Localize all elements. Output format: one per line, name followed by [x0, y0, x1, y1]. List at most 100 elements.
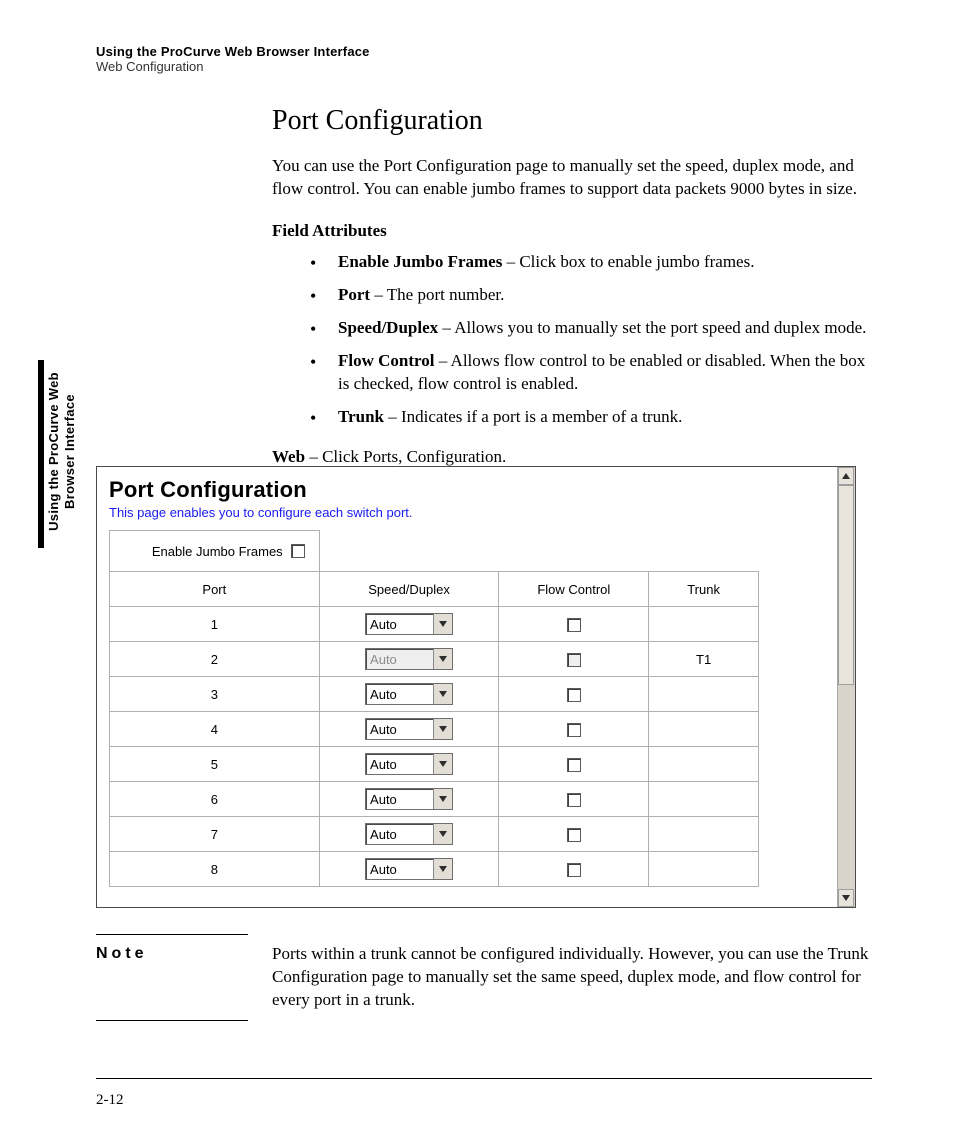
cell-trunk [649, 747, 759, 782]
page-number: 2-12 [96, 1092, 124, 1109]
note-text: Ports within a trunk cannot be configure… [272, 943, 872, 1012]
field-attributes-list: Enable Jumbo Frames – Click box to enabl… [272, 251, 872, 429]
flow-control-checkbox[interactable] [567, 688, 581, 702]
chevron-down-icon [433, 719, 452, 739]
chevron-down-icon [433, 754, 452, 774]
chevron-down-icon [433, 684, 452, 704]
chevron-down-icon [433, 859, 452, 879]
flow-control-checkbox[interactable] [567, 618, 581, 632]
table-row: 5 Auto [110, 747, 759, 782]
cell-port: 8 [110, 852, 320, 887]
col-trunk: Trunk [649, 572, 759, 607]
col-port: Port [110, 572, 320, 607]
cell-speed: Auto [319, 852, 499, 887]
note-rule-bot [96, 1020, 248, 1021]
speed-duplex-value: Auto [366, 614, 433, 634]
running-header: Using the ProCurve Web Browser Interface… [96, 44, 370, 74]
chevron-down-icon [433, 824, 452, 844]
speed-duplex-select[interactable]: Auto [365, 753, 453, 775]
scroll-up-button[interactable] [838, 467, 854, 485]
flow-control-checkbox[interactable] [567, 723, 581, 737]
cell-flow [499, 852, 649, 887]
main-content: Port Configuration You can use the Port … [272, 105, 872, 477]
chevron-down-icon [433, 649, 452, 669]
col-flow: Flow Control [499, 572, 649, 607]
flow-control-checkbox[interactable] [567, 828, 581, 842]
flow-control-checkbox[interactable] [567, 758, 581, 772]
flow-control-checkbox[interactable] [567, 863, 581, 877]
running-header-subtitle: Web Configuration [96, 59, 370, 74]
speed-duplex-select: Auto [365, 648, 453, 670]
note-label: Note [96, 943, 272, 1012]
flow-control-checkbox [567, 653, 581, 667]
note-block: Note Ports within a trunk cannot be conf… [96, 934, 872, 1021]
note-rule-top [96, 934, 248, 935]
table-row: 4 Auto [110, 712, 759, 747]
footer-rule [96, 1078, 872, 1079]
cell-flow [499, 607, 649, 642]
web-path: Web – Click Ports, Configuration. [272, 447, 872, 467]
cell-port: 4 [110, 712, 320, 747]
cell-flow [499, 817, 649, 852]
table-row: 1Auto [110, 607, 759, 642]
speed-duplex-value: Auto [366, 684, 433, 704]
table-header-row: Port Speed/Duplex Flow Control Trunk [110, 572, 759, 607]
scroll-thumb[interactable] [838, 485, 854, 685]
speed-duplex-value: Auto [366, 789, 433, 809]
table-row: 3 Auto [110, 677, 759, 712]
field-attributes-heading: Field Attributes [272, 221, 872, 241]
cell-flow [499, 677, 649, 712]
table-row: 6Auto [110, 782, 759, 817]
cell-trunk [649, 712, 759, 747]
side-tab-line2: Browser Interface [62, 394, 77, 509]
speed-duplex-select[interactable]: Auto [365, 858, 453, 880]
cell-port: 3 [110, 677, 320, 712]
speed-duplex-value: Auto [366, 824, 433, 844]
screenshot-port-configuration: Port Configuration This page enables you… [96, 466, 856, 908]
chevron-down-icon [433, 789, 452, 809]
side-tab-label: Using the ProCurve Web Browser Interface [46, 359, 77, 544]
section-title: Port Configuration [272, 105, 872, 137]
speed-duplex-value: Auto [366, 754, 433, 774]
cell-trunk [649, 782, 759, 817]
speed-duplex-select[interactable]: Auto [365, 788, 453, 810]
attr-speed-duplex: Speed/Duplex – Allows you to manually se… [310, 317, 872, 340]
cell-trunk: T1 [649, 642, 759, 677]
chevron-down-icon [842, 894, 850, 902]
chevron-down-icon [433, 614, 452, 634]
table-row: 8 Auto [110, 852, 759, 887]
cell-trunk [649, 852, 759, 887]
cell-port: 5 [110, 747, 320, 782]
attr-trunk: Trunk – Indicates if a port is a member … [310, 406, 872, 429]
attr-enable-jumbo-frames: Enable Jumbo Frames – Click box to enabl… [310, 251, 872, 274]
cell-port: 2 [110, 642, 320, 677]
enable-jumbo-frames-checkbox[interactable] [291, 544, 305, 558]
flow-control-checkbox[interactable] [567, 793, 581, 807]
running-header-title: Using the ProCurve Web Browser Interface [96, 44, 370, 59]
table-row: 7 Auto [110, 817, 759, 852]
side-tab: Using the ProCurve Web Browser Interface [38, 360, 88, 548]
cell-port: 7 [110, 817, 320, 852]
speed-duplex-select[interactable]: Auto [365, 823, 453, 845]
cell-speed: Auto [319, 747, 499, 782]
cell-speed: Auto [319, 712, 499, 747]
speed-duplex-select[interactable]: Auto [365, 718, 453, 740]
port-table: Enable Jumbo Frames Port Speed/Duplex Fl… [109, 530, 759, 887]
cell-speed: Auto [319, 677, 499, 712]
cell-flow [499, 747, 649, 782]
screenshot-description: This page enables you to configure each … [97, 503, 837, 530]
cell-trunk [649, 677, 759, 712]
speed-duplex-select[interactable]: Auto [365, 613, 453, 635]
cell-flow [499, 642, 649, 677]
speed-duplex-select[interactable]: Auto [365, 683, 453, 705]
speed-duplex-value: Auto [366, 649, 433, 669]
screenshot-title: Port Configuration [97, 467, 837, 503]
cell-speed: Auto [319, 817, 499, 852]
side-tab-line1: Using the ProCurve Web [46, 372, 61, 531]
scrollbar [837, 467, 855, 907]
attr-port: Port – The port number. [310, 284, 872, 307]
scroll-down-button[interactable] [838, 889, 854, 907]
jumbo-frames-row: Enable Jumbo Frames [110, 531, 759, 572]
cell-flow [499, 712, 649, 747]
table-row: 2 Auto T1 [110, 642, 759, 677]
